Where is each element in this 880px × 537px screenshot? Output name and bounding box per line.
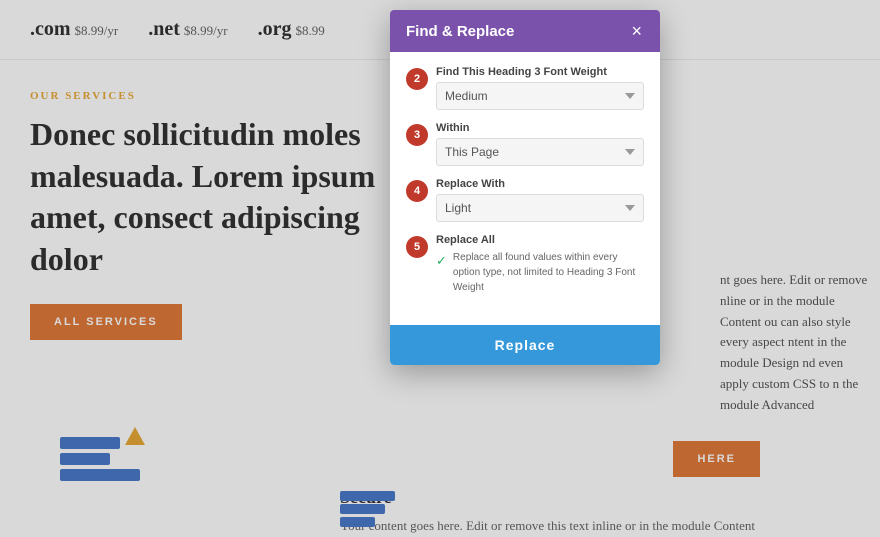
step-4-select[interactable]: Light Medium Bold <box>436 194 644 222</box>
find-replace-modal: Find & Replace × 2 Find This Heading 3 F… <box>390 10 660 365</box>
step-3-select[interactable]: This Page All Pages Selected Pages <box>436 138 644 166</box>
step-4-label: Replace With <box>436 178 644 190</box>
modal-body: 2 Find This Heading 3 Font Weight Medium… <box>390 52 660 321</box>
step-3-row: 3 Within This Page All Pages Selected Pa… <box>406 122 644 166</box>
step-4-content: Replace With Light Medium Bold <box>436 178 644 222</box>
step-2-label: Find This Heading 3 Font Weight <box>436 66 644 78</box>
step-2-badge: 2 <box>406 68 428 90</box>
step-4-badge: 4 <box>406 180 428 202</box>
replace-all-desc-text: Replace all found values within every op… <box>453 250 644 295</box>
step-5-badge: 5 <box>406 236 428 258</box>
modal-close-button[interactable]: × <box>629 22 644 40</box>
step-5-label: Replace All <box>436 234 644 246</box>
step-3-content: Within This Page All Pages Selected Page… <box>436 122 644 166</box>
modal-header: Find & Replace × <box>390 10 660 52</box>
step-2-select[interactable]: Medium Light Bold <box>436 82 644 110</box>
step-5-content: Replace All ✓ Replace all found values w… <box>436 234 644 295</box>
step-5-row: 5 Replace All ✓ Replace all found values… <box>406 234 644 295</box>
replace-button[interactable]: Replace <box>390 325 660 365</box>
step-4-row: 4 Replace With Light Medium Bold <box>406 178 644 222</box>
step-3-label: Within <box>436 122 644 134</box>
check-icon: ✓ <box>436 251 447 271</box>
step-2-content: Find This Heading 3 Font Weight Medium L… <box>436 66 644 110</box>
modal-title: Find & Replace <box>406 23 514 40</box>
step-2-row: 2 Find This Heading 3 Font Weight Medium… <box>406 66 644 110</box>
step-3-badge: 3 <box>406 124 428 146</box>
replace-all-description: ✓ Replace all found values within every … <box>436 250 644 295</box>
